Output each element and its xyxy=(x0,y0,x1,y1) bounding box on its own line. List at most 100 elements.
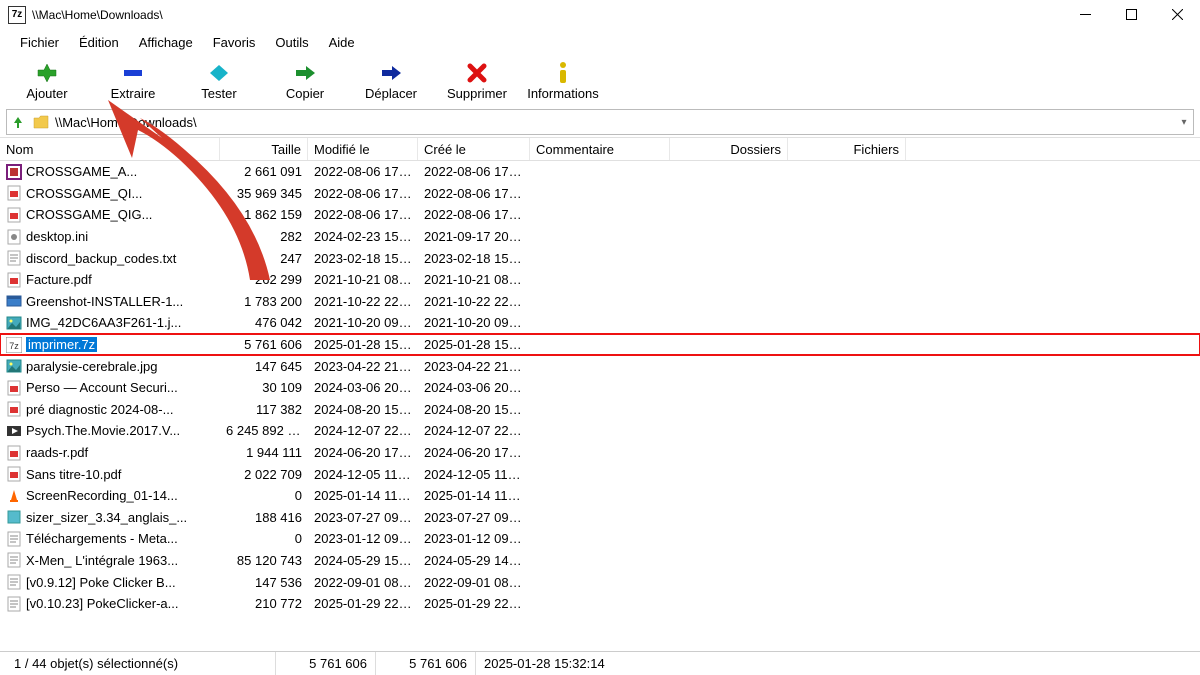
file-size: 2 661 091 xyxy=(220,164,308,179)
menu-aide[interactable]: Aide xyxy=(319,33,365,52)
file-size: 147 645 xyxy=(220,359,308,374)
file-row[interactable]: Facture.pdf262 2992021-10-21 08:032021-1… xyxy=(0,269,1200,291)
file-row[interactable]: CROSSGAME_A...2 661 0912022-08-06 17:412… xyxy=(0,161,1200,183)
toolbar-ajouter-button[interactable]: Ajouter xyxy=(4,60,90,103)
file-created: 2024-08-20 15:31 xyxy=(418,402,530,417)
file-modified: 2025-01-14 11:19 xyxy=(308,488,418,503)
menu-édition[interactable]: Édition xyxy=(69,33,129,52)
file-modified: 2021-10-21 08:03 xyxy=(308,272,418,287)
file-name: CROSSGAME_QIG... xyxy=(26,207,152,222)
file-name: Perso — Account Securi... xyxy=(26,380,178,395)
toolbar-deplacer-button[interactable]: Déplacer xyxy=(348,60,434,103)
file-row[interactable]: Greenshot-INSTALLER-1... 1 783 2002021-10… xyxy=(0,291,1200,313)
file-name: paralysie-cerebrale.jpg xyxy=(26,359,158,374)
file-created: 2023-02-18 15:43 xyxy=(418,251,530,266)
file-name: discord_backup_codes.txt xyxy=(26,251,176,266)
file-name: [v0.9.12] Poke Clicker B... xyxy=(26,575,176,590)
menu-outils[interactable]: Outils xyxy=(265,33,318,52)
statusbar: 1 / 44 objet(s) sélectionné(s) 5 761 606… xyxy=(0,651,1200,675)
ajouter-icon xyxy=(34,62,60,84)
col-created[interactable]: Créé le xyxy=(418,138,530,160)
file-modified: 2024-12-07 22:46 xyxy=(308,423,418,438)
file-created: 2021-10-21 08:03 xyxy=(418,272,530,287)
file-row[interactable]: Perso — Account Securi...30 1092024-03-0… xyxy=(0,377,1200,399)
path-input[interactable] xyxy=(51,115,1175,130)
file-row[interactable]: sizer_sizer_3.34_anglais_...188 4162023-… xyxy=(0,507,1200,529)
file-row[interactable]: CROSSGAME_QIG...1 862 1592022-08-06 17:4… xyxy=(0,204,1200,226)
toolbar-extraire-button[interactable]: Extraire xyxy=(90,60,176,103)
file-row[interactable]: X-Men_ L'intégrale 1963...85 120 7432024… xyxy=(0,550,1200,572)
file-icon: 7z xyxy=(6,337,22,353)
col-comment[interactable]: Commentaire xyxy=(530,138,670,160)
file-row[interactable]: Psych.The.Movie.2017.V...6 245 892 47020… xyxy=(0,420,1200,442)
file-icon xyxy=(6,250,22,266)
col-folders[interactable]: Dossiers xyxy=(670,138,788,160)
file-size: 2 022 709 xyxy=(220,467,308,482)
file-row[interactable]: raads-r.pdf1 944 1112024-06-20 17:272024… xyxy=(0,442,1200,464)
file-name: Greenshot-INSTALLER-1... xyxy=(26,294,183,309)
file-row[interactable]: discord_backup_codes.txt2472023-02-18 15… xyxy=(0,247,1200,269)
menubar: FichierÉditionAffichageFavorisOutilsAide xyxy=(0,30,1200,54)
file-modified: 2022-08-06 17:40 xyxy=(308,186,418,201)
file-row[interactable]: paralysie-cerebrale.jpg147 6452023-04-22… xyxy=(0,355,1200,377)
file-name: Téléchargements - Meta... xyxy=(26,531,178,546)
file-created: 2022-08-06 17:42 xyxy=(418,207,530,222)
extraire-icon xyxy=(120,62,146,84)
file-name: IMG_42DC6AA3F261-1.j... xyxy=(26,315,181,330)
close-button[interactable] xyxy=(1154,0,1200,30)
window-title: \\Mac\Home\Downloads\ xyxy=(32,8,163,22)
file-row[interactable]: CROSSGAME_QI...35 969 3452022-08-06 17:4… xyxy=(0,183,1200,205)
toolbar: AjouterExtraireTesterCopierDéplacerSuppr… xyxy=(0,54,1200,107)
file-icon xyxy=(6,315,22,331)
folder-icon xyxy=(31,115,51,129)
col-name[interactable]: Nom xyxy=(0,138,220,160)
file-created: 2024-12-05 11:44 xyxy=(418,467,530,482)
file-row[interactable]: [v0.10.23] PokeClicker-a...210 7722025-0… xyxy=(0,593,1200,615)
file-name: desktop.ini xyxy=(26,229,88,244)
file-name: [v0.10.23] PokeClicker-a... xyxy=(26,596,178,611)
file-created: 2025-01-14 11:19 xyxy=(418,488,530,503)
file-modified: 2021-10-22 22:09 xyxy=(308,294,418,309)
file-row[interactable]: ScreenRecording_01-14...02025-01-14 11:1… xyxy=(0,485,1200,507)
col-files[interactable]: Fichiers xyxy=(788,138,906,160)
copier-icon xyxy=(292,62,318,84)
file-modified: 2023-07-27 09:26 xyxy=(308,510,418,525)
file-created: 2024-12-07 22:25 xyxy=(418,423,530,438)
toolbar-tester-button[interactable]: Tester xyxy=(176,60,262,103)
file-size: 1 783 200 xyxy=(220,294,308,309)
menu-affichage[interactable]: Affichage xyxy=(129,33,203,52)
status-size2: 5 761 606 xyxy=(376,652,476,675)
file-row[interactable]: IMG_42DC6AA3F261-1.j...476 0422021-10-20… xyxy=(0,312,1200,334)
pathbar: ▾ xyxy=(6,109,1194,135)
file-row[interactable]: 7zimprimer.7z5 761 6062025-01-28 15:3220… xyxy=(0,334,1200,356)
minimize-button[interactable] xyxy=(1062,0,1108,30)
file-size: 0 xyxy=(220,488,308,503)
file-icon xyxy=(6,596,22,612)
file-row[interactable]: Téléchargements - Meta...02023-01-12 09:… xyxy=(0,528,1200,550)
file-modified: 2022-09-01 08:21 xyxy=(308,575,418,590)
file-row[interactable]: [v0.9.12] Poke Clicker B...147 5362022-0… xyxy=(0,571,1200,593)
file-size: 262 299 xyxy=(220,272,308,287)
menu-fichier[interactable]: Fichier xyxy=(10,33,69,52)
list-header: Nom Taille Modifié le Créé le Commentair… xyxy=(0,137,1200,161)
file-created: 2021-09-17 20:03 xyxy=(418,229,530,244)
maximize-button[interactable] xyxy=(1108,0,1154,30)
up-folder-button[interactable] xyxy=(7,114,29,130)
file-row[interactable]: Sans titre-10.pdf2 022 7092024-12-05 11:… xyxy=(0,463,1200,485)
toolbar-supprimer-button[interactable]: Supprimer xyxy=(434,60,520,103)
path-dropdown-icon[interactable]: ▾ xyxy=(1175,117,1193,128)
file-icon xyxy=(6,445,22,461)
file-size: 210 772 xyxy=(220,596,308,611)
col-size[interactable]: Taille xyxy=(220,138,308,160)
file-name: ScreenRecording_01-14... xyxy=(26,488,178,503)
file-icon xyxy=(6,293,22,309)
status-size1: 5 761 606 xyxy=(276,652,376,675)
file-modified: 2024-06-20 17:27 xyxy=(308,445,418,460)
col-modified[interactable]: Modifié le xyxy=(308,138,418,160)
toolbar-copier-button[interactable]: Copier xyxy=(262,60,348,103)
file-size: 6 245 892 470 xyxy=(220,423,308,438)
file-row[interactable]: pré diagnostic 2024-08-...117 3822024-08… xyxy=(0,399,1200,421)
file-row[interactable]: desktop.ini2822024-02-23 15:082021-09-17… xyxy=(0,226,1200,248)
menu-favoris[interactable]: Favoris xyxy=(203,33,266,52)
toolbar-informations-button[interactable]: Informations xyxy=(520,60,606,103)
